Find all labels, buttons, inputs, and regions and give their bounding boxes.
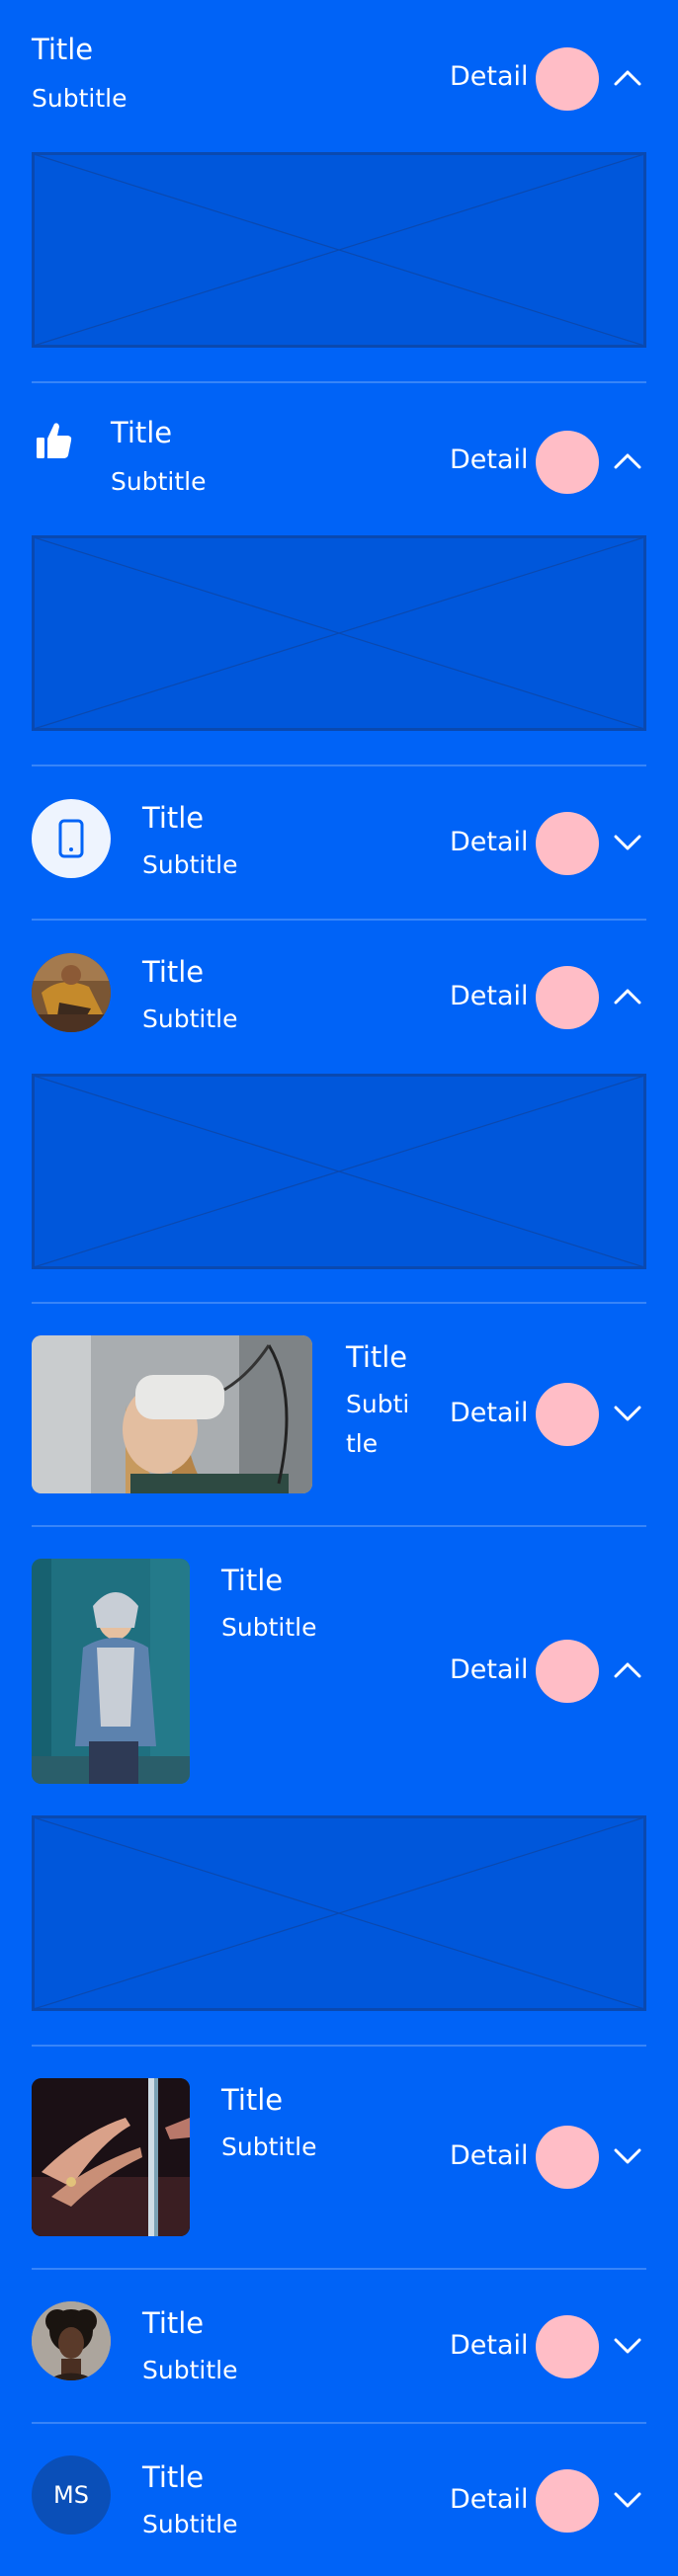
status-dot (536, 47, 599, 111)
item-title: Title (142, 955, 205, 989)
chevron-down-icon[interactable] (613, 2336, 642, 2356)
chevron-down-icon[interactable] (613, 2490, 642, 2510)
hands-photo (32, 2078, 190, 2236)
chevron-up-icon[interactable] (613, 68, 642, 88)
chevron-up-icon[interactable] (613, 1660, 642, 1680)
vr-headset-photo (32, 1335, 312, 1493)
divider (32, 1525, 646, 1527)
divider (32, 765, 646, 766)
item-subtitle: Subtitle (111, 467, 207, 496)
item-detail: Detail (450, 2330, 529, 2361)
divider (32, 2045, 646, 2047)
list-item[interactable]: Title Subtitle Detail (32, 1559, 646, 1784)
list-item[interactable]: Title Subtitle Detail (32, 28, 646, 122)
divider (32, 919, 646, 921)
item-title: Title (221, 2083, 284, 2117)
chevron-up-icon[interactable] (613, 451, 642, 471)
chevron-down-icon[interactable] (613, 1404, 642, 1423)
portrait-photo (32, 1559, 190, 1784)
item-subtitle: Subtitle (142, 2510, 238, 2538)
list-item[interactable]: Title Subtitle Detail (32, 2078, 646, 2236)
list-item[interactable]: Title Subti tle Detail (32, 1335, 646, 1493)
avatar-photo (32, 2301, 111, 2380)
item-title: Title (142, 2460, 205, 2494)
item-detail: Detail (450, 1398, 529, 1428)
status-dot (536, 2469, 599, 2533)
item-detail: Detail (450, 61, 529, 92)
status-dot (536, 966, 599, 1029)
item-title: Title (346, 1340, 408, 1374)
item-subtitle: Subtitle (142, 1005, 238, 1033)
item-subtitle: Subtitle (142, 850, 238, 879)
item-detail: Detail (450, 1654, 529, 1685)
item-subtitle: Subtitle (32, 84, 127, 113)
divider (32, 1302, 646, 1304)
list-item[interactable]: Title Subtitle Detail (32, 950, 646, 1033)
initials-avatar: MS (32, 2455, 111, 2535)
content-placeholder (32, 152, 646, 348)
status-dot (536, 1640, 599, 1703)
person-hoodie-photo (32, 1559, 190, 1784)
item-detail: Detail (450, 981, 529, 1011)
content-placeholder (32, 1074, 646, 1269)
square-photo (32, 2078, 190, 2236)
item-subtitle: Subtitle (142, 2356, 238, 2384)
list-item[interactable]: Title Subtitle Detail (32, 2301, 646, 2384)
content-placeholder (32, 1815, 646, 2011)
avatar (32, 953, 111, 1032)
item-title: Title (142, 801, 205, 835)
status-dot (536, 1383, 599, 1446)
status-dot (536, 2126, 599, 2189)
list-item[interactable]: Title Subtitle Detail (32, 411, 646, 506)
content-placeholder (32, 535, 646, 731)
chevron-down-icon[interactable] (613, 2146, 642, 2166)
divider (32, 2422, 646, 2424)
thumbs-up-icon (37, 423, 72, 458)
item-title: Title (142, 2306, 205, 2340)
avatar-photo (32, 953, 111, 1032)
avatar-initials: MS (53, 2481, 89, 2509)
avatar (32, 2301, 111, 2380)
item-title: Title (32, 33, 94, 66)
divider (32, 381, 646, 383)
phone-icon-badge (32, 799, 111, 878)
divider (32, 2268, 646, 2270)
item-detail: Detail (450, 444, 529, 475)
chevron-up-icon[interactable] (613, 987, 642, 1006)
item-subtitle: Subtitle (221, 1613, 317, 1642)
item-title: Title (221, 1564, 284, 1597)
list-item[interactable]: MS Title Subtitle Detail (32, 2455, 646, 2538)
item-title: Title (111, 416, 173, 449)
item-detail: Detail (450, 2140, 529, 2171)
item-subtitle: Subti tle (346, 1390, 410, 1458)
item-detail: Detail (450, 827, 529, 857)
status-dot (536, 812, 599, 875)
item-detail: Detail (450, 2484, 529, 2515)
status-dot (536, 2315, 599, 2378)
phone-icon (58, 819, 84, 858)
landscape-photo (32, 1335, 312, 1493)
chevron-down-icon[interactable] (613, 833, 642, 852)
status-dot (536, 431, 599, 494)
item-subtitle: Subtitle (221, 2133, 317, 2161)
list-item[interactable]: Title Subtitle Detail (32, 796, 646, 879)
